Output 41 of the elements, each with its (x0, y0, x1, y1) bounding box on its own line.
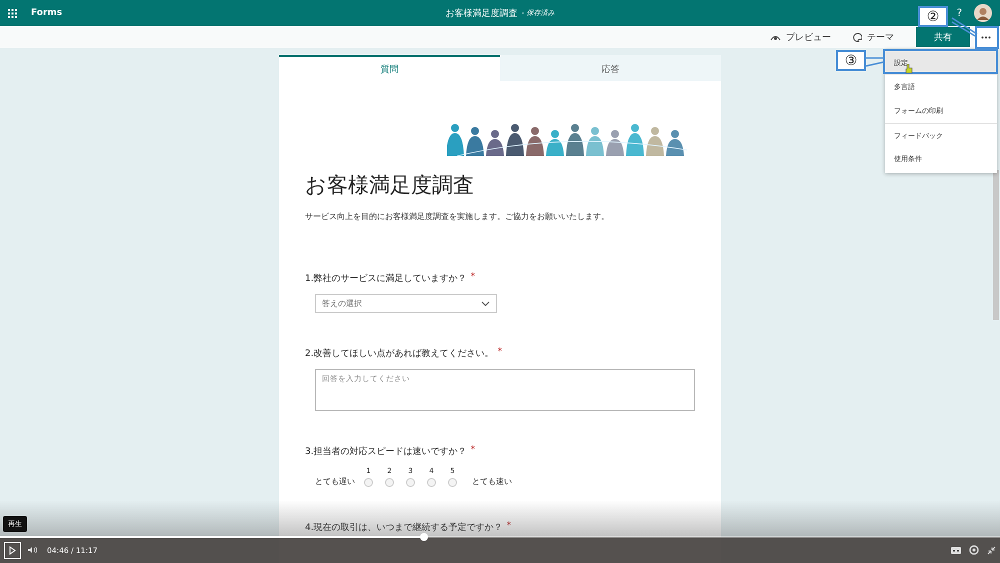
rating-radio[interactable] (427, 478, 436, 487)
app-launcher-icon[interactable] (8, 8, 17, 18)
play-icon (9, 546, 16, 554)
rating-radio[interactable] (406, 478, 415, 487)
settings-icon[interactable] (969, 545, 979, 555)
leader-line (865, 57, 885, 67)
theme-button[interactable]: テーマ (845, 27, 902, 47)
volume-icon[interactable] (27, 546, 37, 554)
share-button[interactable]: 共有 (916, 27, 970, 47)
question-title: 3.担当者の対応スピードは速いですか？ * (305, 445, 476, 458)
preview-button[interactable]: プレビュー (762, 27, 839, 47)
question-title: 1.弊社のサービスに満足していますか？ * (305, 272, 476, 285)
scale-label: とても速い (472, 476, 512, 487)
tab[interactable]: 応答 (500, 55, 721, 81)
eye-icon (770, 34, 781, 40)
help-button[interactable]: ? (956, 8, 962, 18)
answer-dropdown[interactable]: 答えの選択 (315, 294, 497, 313)
rating-radio[interactable] (364, 478, 373, 487)
more-icon (981, 36, 991, 38)
hand-cursor-icon (905, 64, 913, 74)
scale-label: とても遅い (315, 476, 355, 487)
rating-radio[interactable] (448, 478, 457, 487)
chevron-down-icon (481, 300, 490, 306)
leader-line (951, 17, 978, 37)
palette-icon (853, 32, 862, 42)
rating-radio[interactable] (385, 478, 394, 487)
question-title: 4.現在の取引は、いつまで継続する予定ですか？ * (305, 521, 512, 534)
question-title: 2.改善してほしい点があれば教えてください。 * (305, 347, 504, 360)
app-name: Forms (31, 8, 62, 18)
captions-icon[interactable] (951, 546, 961, 554)
step-callout: ③ (836, 50, 866, 71)
progress-bar[interactable] (0, 533, 1000, 541)
form-heading: お客様満足度調査 (305, 172, 475, 199)
avatar-icon[interactable] (974, 4, 992, 22)
step-callout: ② (918, 6, 948, 27)
play-button[interactable] (4, 542, 21, 558)
scrollbar[interactable] (993, 170, 999, 320)
exit-fullscreen-icon[interactable] (987, 546, 996, 554)
form-description: サービス向上を目的にお客様満足度調査を実施します。ご協力をお願いいたします。 (305, 211, 610, 222)
form-title: お客様満足度調査 (446, 8, 518, 20)
more-options-button[interactable] (976, 27, 996, 47)
